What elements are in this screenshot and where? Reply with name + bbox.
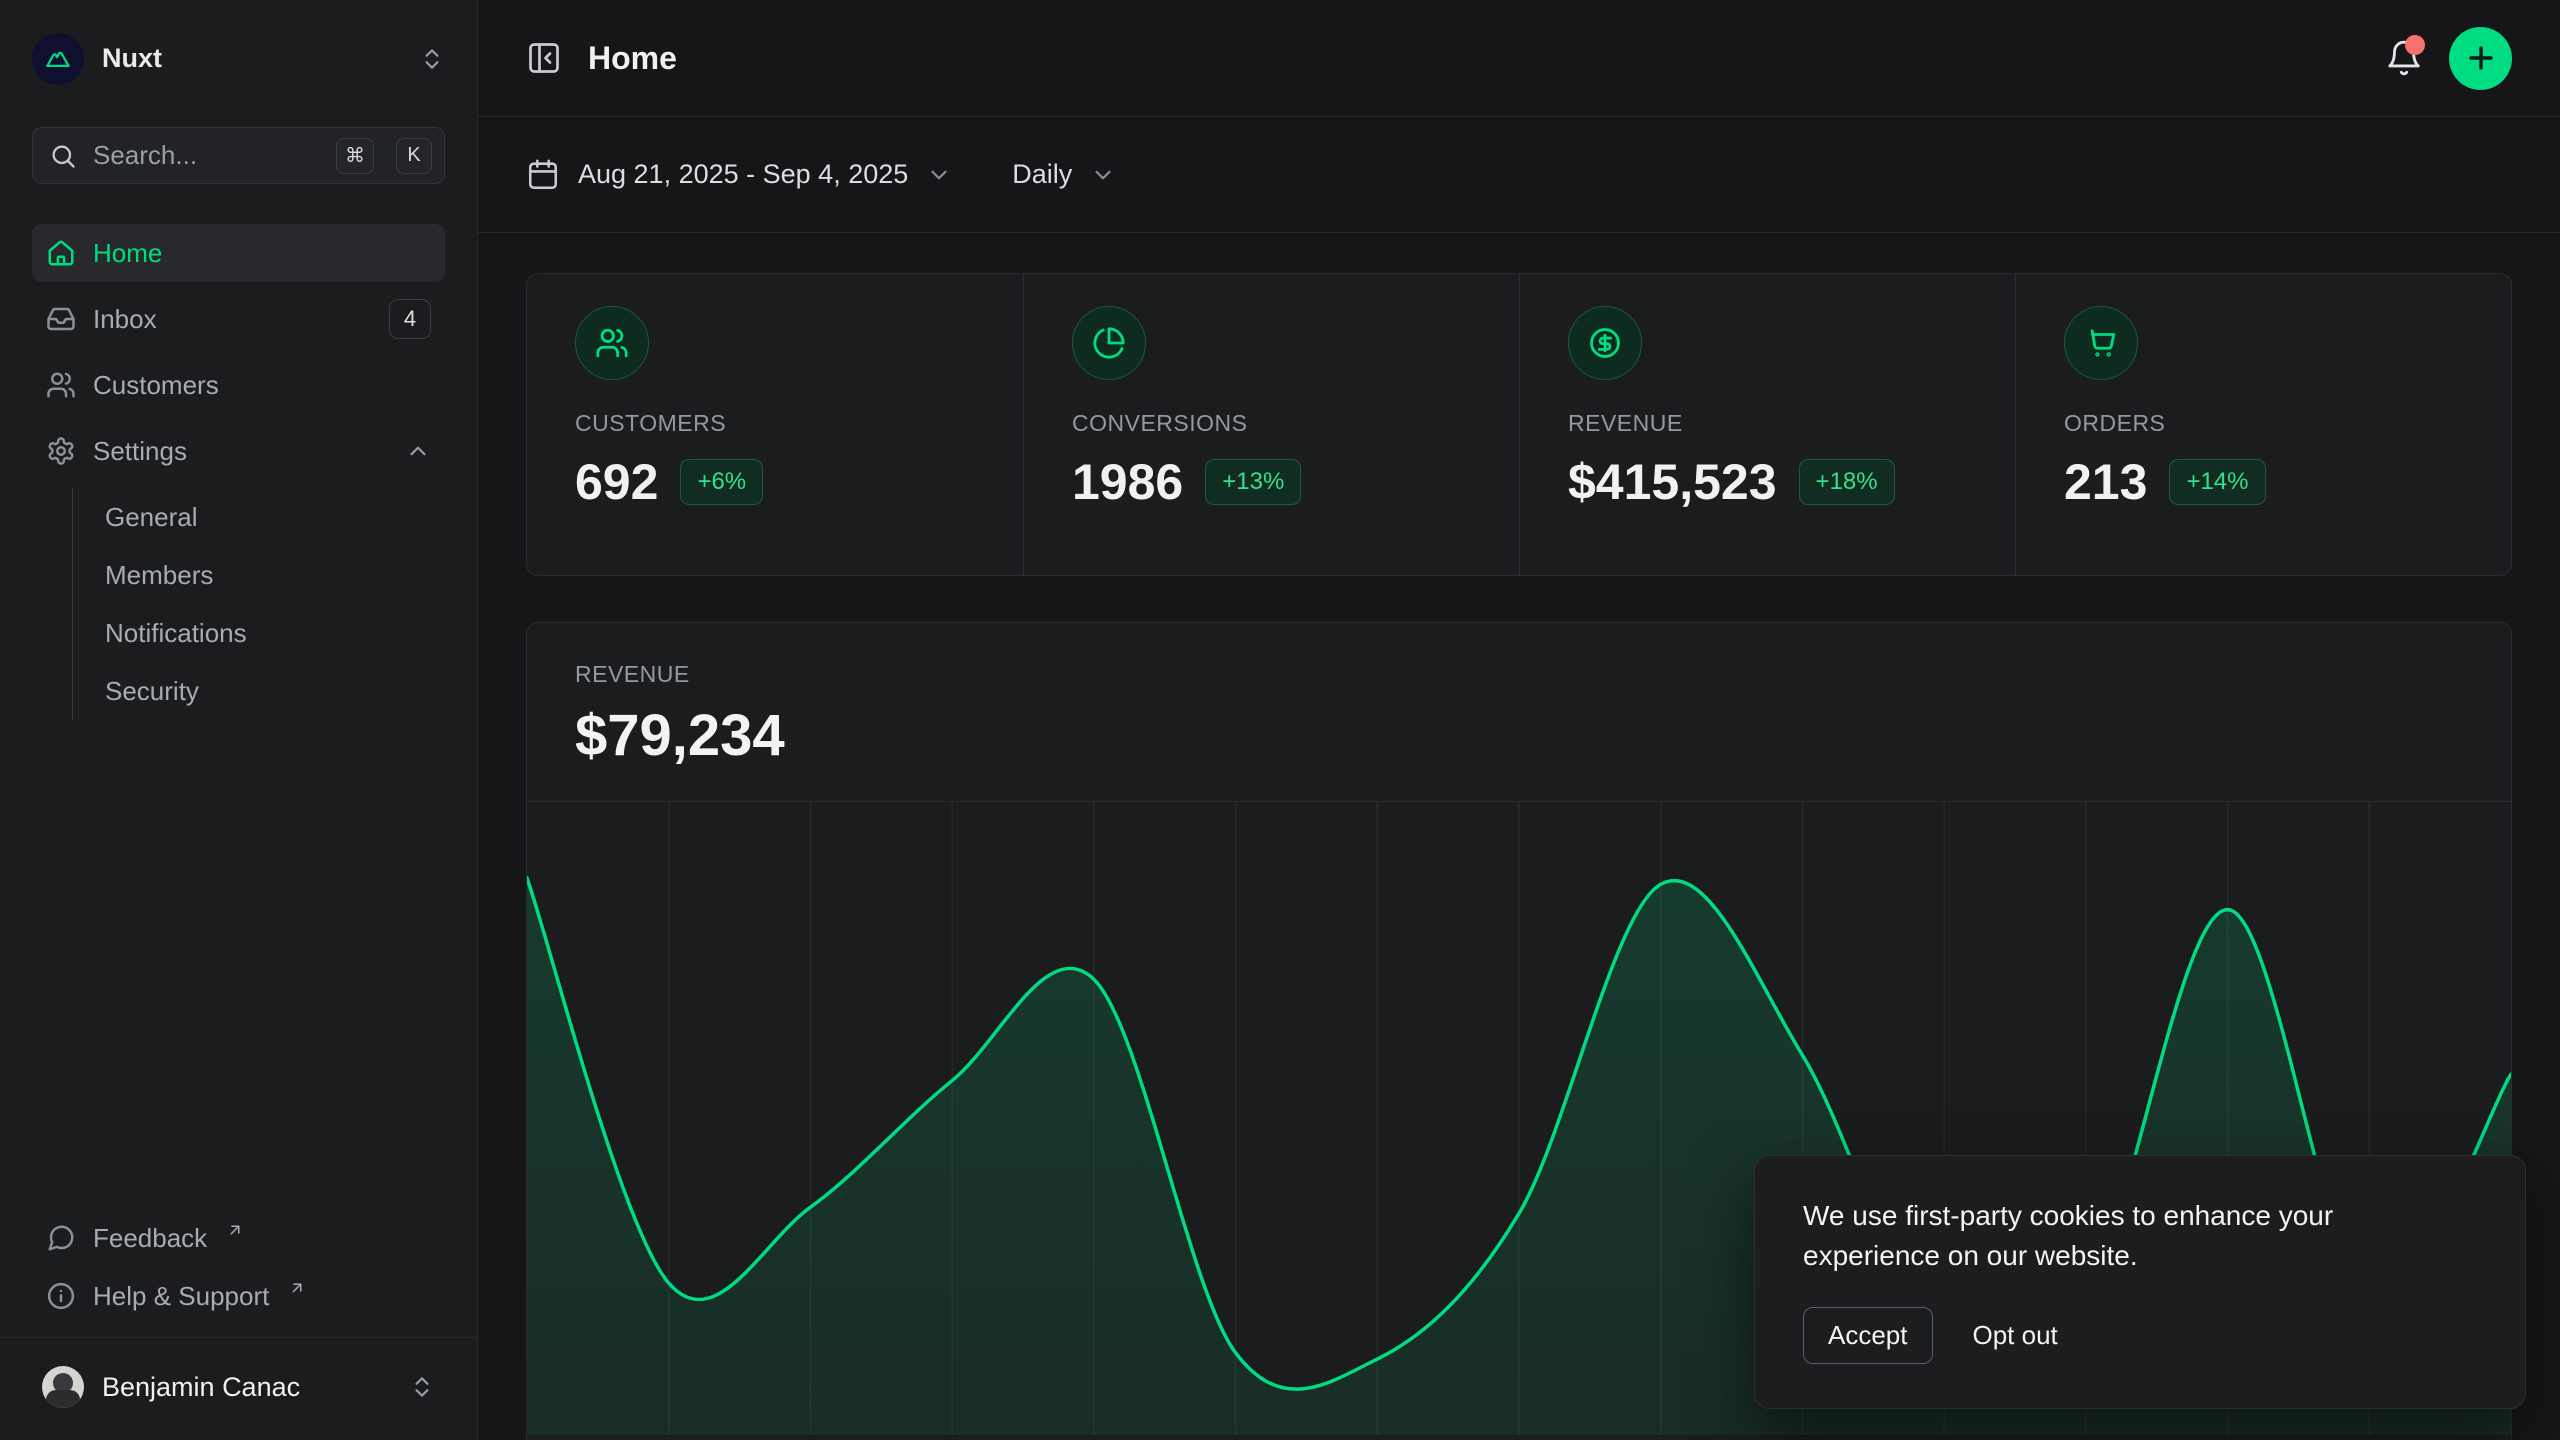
sidebar-item-settings[interactable]: Settings	[32, 422, 445, 480]
sidebar-item-label: Customers	[93, 370, 219, 401]
external-link-icon	[226, 1221, 244, 1239]
period-select[interactable]: Daily	[1012, 159, 1116, 190]
stat-value: 1986	[1072, 453, 1183, 511]
message-bubble-icon	[46, 1223, 76, 1253]
gear-icon	[46, 436, 76, 466]
date-range-picker[interactable]: Aug 21, 2025 - Sep 4, 2025	[526, 158, 952, 192]
stat-label: CONVERSIONS	[1072, 410, 1471, 437]
help-support-label: Help & Support	[93, 1281, 269, 1312]
settings-sub-nav: General Members Notifications Security	[72, 488, 445, 720]
stat-card-revenue[interactable]: REVENUE $415,523 +18%	[1519, 274, 2015, 575]
search-input[interactable]: Search... ⌘ K	[32, 127, 445, 184]
cookie-optout-button[interactable]: Opt out	[1973, 1320, 2058, 1351]
stat-label: CUSTOMERS	[575, 410, 975, 437]
help-support-link[interactable]: Help & Support	[32, 1267, 445, 1325]
filters-toolbar: Aug 21, 2025 - Sep 4, 2025 Daily	[478, 117, 2560, 233]
kbd-k: K	[396, 138, 432, 174]
stat-value: 213	[2064, 453, 2147, 511]
plus-icon	[2464, 41, 2498, 75]
users-icon	[575, 306, 649, 380]
brand-name: Nuxt	[102, 43, 401, 74]
sidebar-item-label: Settings	[93, 436, 187, 467]
chevron-down-icon	[926, 162, 952, 188]
sidebar: Nuxt Search... ⌘ K Home Inbox 4	[0, 0, 478, 1440]
chevron-down-icon	[1090, 162, 1116, 188]
revenue-chart-label: REVENUE	[575, 661, 2463, 688]
sidebar-item-general[interactable]: General	[105, 488, 445, 546]
chevron-up-icon	[405, 438, 431, 464]
user-menu[interactable]: Benjamin Canac	[32, 1352, 445, 1422]
shopping-cart-icon	[2064, 306, 2138, 380]
stat-delta-badge: +13%	[1205, 459, 1301, 505]
home-icon	[46, 238, 76, 268]
stat-delta-badge: +6%	[680, 459, 763, 505]
divider	[0, 1337, 477, 1338]
sidebar-item-customers[interactable]: Customers	[32, 356, 445, 414]
sidebar-footer: Feedback Help & Support Benjamin Canac	[32, 1209, 445, 1422]
stat-card-customers[interactable]: CUSTOMERS 692 +6%	[527, 274, 1023, 575]
pie-chart-icon	[1072, 306, 1146, 380]
feedback-label: Feedback	[93, 1223, 207, 1254]
sidebar-item-inbox[interactable]: Inbox 4	[32, 290, 445, 348]
cookie-banner: We use first-party cookies to enhance yo…	[1754, 1155, 2526, 1409]
workspace-switcher[interactable]: Nuxt	[32, 0, 445, 117]
stats-panel: CUSTOMERS 692 +6% CONVERSIONS 1986 +13%	[526, 273, 2512, 576]
stat-label: REVENUE	[1568, 410, 1967, 437]
feedback-link[interactable]: Feedback	[32, 1209, 445, 1267]
kbd-cmd: ⌘	[336, 138, 374, 174]
sidebar-item-security[interactable]: Security	[105, 662, 445, 720]
users-icon	[46, 370, 76, 400]
info-circle-icon	[46, 1281, 76, 1311]
period-value: Daily	[1012, 159, 1072, 190]
notification-dot	[2405, 35, 2425, 55]
stat-value: 692	[575, 453, 658, 511]
cookie-accept-button[interactable]: Accept	[1803, 1307, 1933, 1364]
sidebar-item-notifications[interactable]: Notifications	[105, 604, 445, 662]
page-header: Home	[478, 0, 2560, 117]
sidebar-item-members[interactable]: Members	[105, 546, 445, 604]
stat-card-conversions[interactable]: CONVERSIONS 1986 +13%	[1023, 274, 1519, 575]
stat-label: ORDERS	[2064, 410, 2463, 437]
calendar-icon	[526, 158, 560, 192]
date-range-value: Aug 21, 2025 - Sep 4, 2025	[578, 159, 908, 190]
collapse-sidebar-icon[interactable]	[526, 40, 562, 76]
stat-delta-badge: +14%	[2169, 459, 2265, 505]
search-icon	[49, 142, 77, 170]
inbox-count-badge: 4	[389, 299, 431, 339]
page-title: Home	[588, 40, 677, 77]
avatar	[42, 1366, 84, 1408]
dollar-circle-icon	[1568, 306, 1642, 380]
stat-value: $415,523	[1568, 453, 1777, 511]
sidebar-item-home[interactable]: Home	[32, 224, 445, 282]
user-name: Benjamin Canac	[102, 1372, 391, 1403]
sidebar-item-label: Inbox	[93, 304, 157, 335]
nuxt-logo-icon	[32, 33, 84, 85]
search-placeholder: Search...	[93, 140, 314, 171]
inbox-icon	[46, 304, 76, 334]
cookie-message: We use first-party cookies to enhance yo…	[1803, 1196, 2463, 1277]
notifications-button[interactable]	[2385, 39, 2423, 77]
sidebar-nav: Home Inbox 4 Customers Settings Ge	[32, 224, 445, 720]
chevrons-up-down-icon	[409, 1374, 435, 1400]
sidebar-item-label: Home	[93, 238, 162, 269]
stat-card-orders[interactable]: ORDERS 213 +14%	[2015, 274, 2511, 575]
external-link-icon	[288, 1279, 306, 1297]
revenue-chart-value: $79,234	[575, 702, 2463, 769]
stat-delta-badge: +18%	[1799, 459, 1895, 505]
add-button[interactable]	[2449, 27, 2512, 90]
chevrons-up-down-icon	[419, 46, 445, 72]
